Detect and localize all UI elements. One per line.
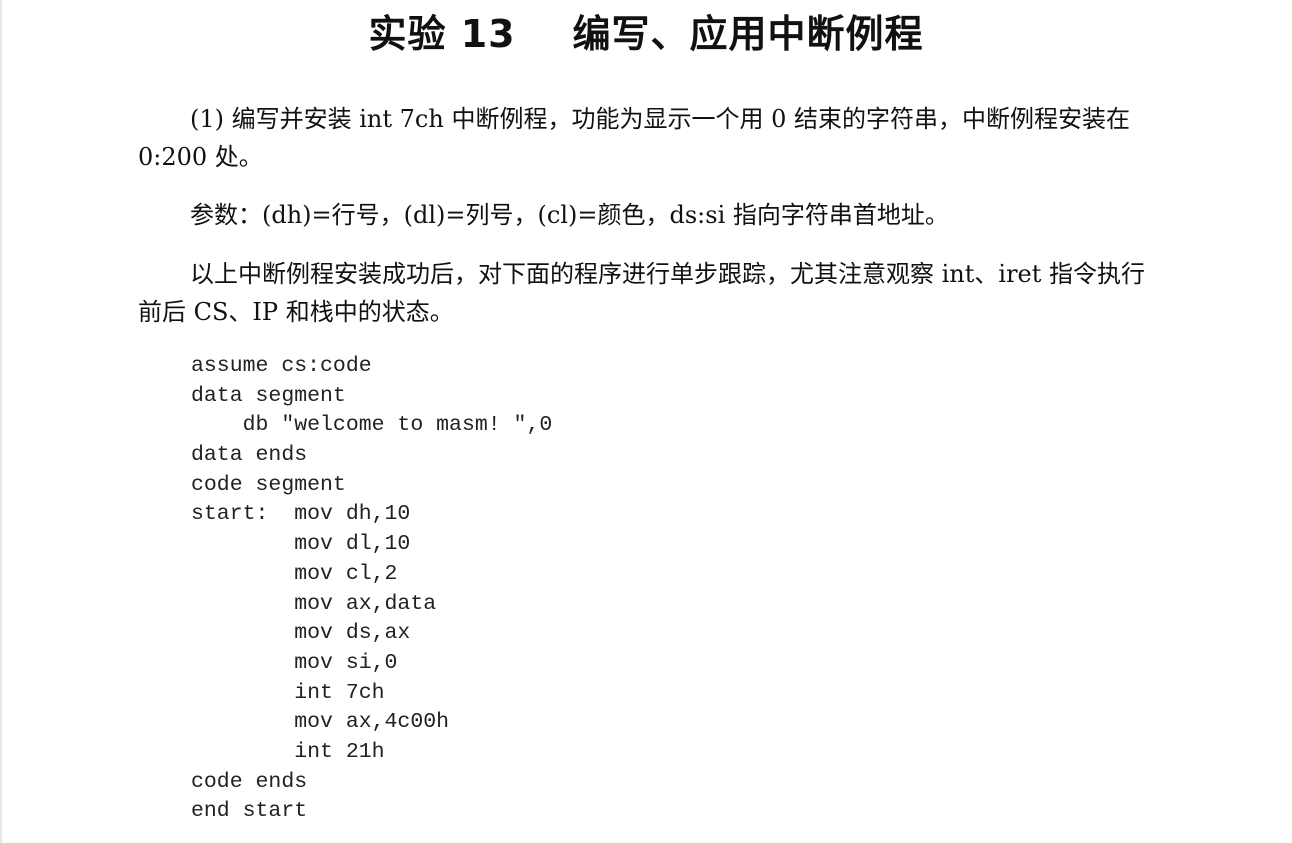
code-line: int 7ch xyxy=(191,680,385,705)
code-line: end start xyxy=(191,799,308,824)
code-line: mov cl,2 xyxy=(191,561,398,586)
document-page: 实验 13 编写、应用中断例程 (1) 编写并安装 int 7ch 中断例程，功… xyxy=(0,0,1292,843)
page-title: 实验 13 编写、应用中断例程 xyxy=(368,12,924,56)
code-listing: assume cs:code data segment db "welcome t… xyxy=(191,352,552,827)
code-line: code ends xyxy=(191,769,308,794)
code-line: data segment xyxy=(191,383,346,408)
paragraph-task-description: (1) 编写并安装 int 7ch 中断例程，功能为显示一个用 0 结束的字符串… xyxy=(138,105,1130,171)
code-line: int 21h xyxy=(191,739,385,764)
code-line: mov dl,10 xyxy=(191,532,411,557)
paragraph-parameters: 参数：(dh)=行号，(dl)=列号，(cl)=颜色，ds:si 指向字符串首地… xyxy=(190,201,949,229)
paragraph-tracing-instructions: 以上中断例程安装成功后，对下面的程序进行单步跟踪，尤其注意观察 int、iret… xyxy=(138,260,1146,326)
code-line: data ends xyxy=(191,443,308,468)
code-line: db "welcome to masm! ",0 xyxy=(191,413,553,438)
code-line: code segment xyxy=(191,472,346,497)
code-line: mov ax,data xyxy=(191,591,437,616)
code-line: mov ds,ax xyxy=(191,621,411,646)
code-line: mov si,0 xyxy=(191,650,398,675)
code-line: assume cs:code xyxy=(191,354,372,378)
code-line: mov ax,4c00h xyxy=(191,710,450,735)
code-line: start: mov dh,10 xyxy=(191,502,411,527)
